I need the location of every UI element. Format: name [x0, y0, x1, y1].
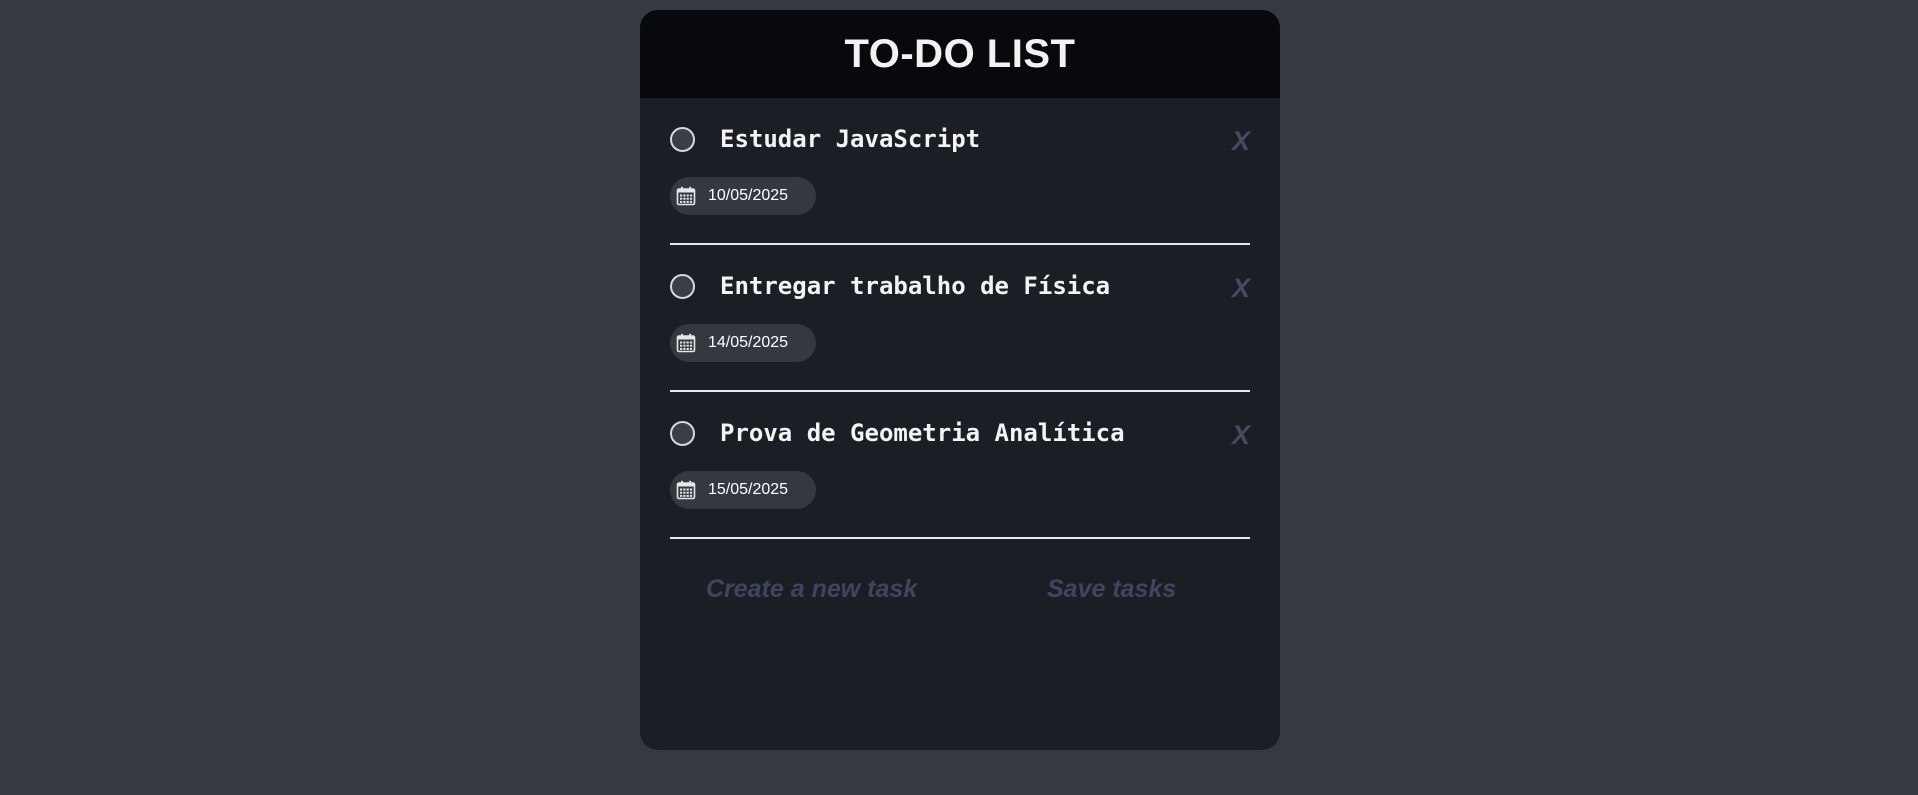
task-title[interactable]: Prova de Geometria Analítica [720, 419, 1125, 447]
delete-task-button[interactable]: X [1232, 420, 1250, 451]
task-complete-checkbox[interactable] [670, 274, 695, 299]
task-date-field[interactable]: 10/05/2025 [670, 177, 816, 215]
task-complete-checkbox[interactable] [670, 421, 695, 446]
task-title[interactable]: Estudar JavaScript [720, 125, 980, 153]
card-header: TO-DO LIST [640, 10, 1280, 98]
task-date-field[interactable]: 15/05/2025 [670, 471, 816, 509]
todo-card: TO-DO LIST Estudar JavaScript X 10/05/20… [640, 10, 1280, 750]
task-date-field[interactable]: 14/05/2025 [670, 324, 816, 362]
calendar-icon[interactable] [676, 480, 696, 500]
task-date-value[interactable]: 14/05/2025 [708, 334, 788, 352]
save-tasks-button[interactable]: Save tasks [1047, 575, 1176, 604]
task-list: Estudar JavaScript X 10/05/2025 Entregar… [640, 98, 1280, 539]
calendar-icon[interactable] [676, 186, 696, 206]
task-date-value[interactable]: 10/05/2025 [708, 187, 788, 205]
calendar-icon[interactable] [676, 333, 696, 353]
task-title[interactable]: Entregar trabalho de Física [720, 272, 1110, 300]
task-date-value[interactable]: 15/05/2025 [708, 481, 788, 499]
task-item: Estudar JavaScript X 10/05/2025 [670, 98, 1250, 245]
delete-task-button[interactable]: X [1232, 126, 1250, 157]
task-item: Entregar trabalho de Física X 14/05/2025 [670, 245, 1250, 392]
actions-bar: Create a new task Save tasks [640, 539, 1280, 639]
task-complete-checkbox[interactable] [670, 127, 695, 152]
page-title: TO-DO LIST [844, 31, 1076, 76]
create-task-button[interactable]: Create a new task [706, 575, 917, 604]
task-item: Prova de Geometria Analítica X 15/05/202… [670, 392, 1250, 539]
delete-task-button[interactable]: X [1232, 273, 1250, 304]
